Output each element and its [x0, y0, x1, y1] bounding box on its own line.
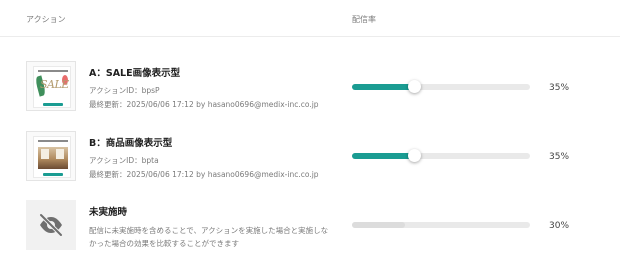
no-action-thumbnail	[26, 200, 76, 250]
last-updated: 最終更新：2025/06/06 17:12 by hasano0696@medi…	[89, 100, 319, 109]
rate-percent: 35%	[549, 83, 570, 93]
rate-bar	[352, 222, 530, 228]
last-updated: 最終更新：2025/06/06 17:12 by hasano0696@medi…	[89, 170, 319, 179]
action-id: アクションID：bpsP	[89, 86, 160, 95]
action-name: B：商品画像表示型	[89, 138, 173, 149]
rate-percent: 30%	[549, 221, 570, 231]
action-name: 未実施時	[89, 207, 128, 218]
column-header-rate: 配信率	[352, 15, 376, 24]
action-row-b[interactable]: B：商品画像表示型 アクションID：bpta 最終更新：2025/06/06 1…	[0, 131, 620, 197]
rate-slider-fill	[352, 153, 415, 159]
sale-banner-thumbnail: SALE	[26, 61, 76, 111]
eye-off-icon	[39, 213, 63, 237]
rate-slider-handle[interactable]	[408, 149, 422, 162]
action-id: アクションID：bpta	[89, 156, 159, 165]
table-header: アクション 配信率	[0, 0, 620, 37]
column-header-action: アクション	[26, 15, 66, 24]
rate-percent: 35%	[549, 152, 570, 162]
no-action-description: 配信に未実施時を含めることで、アクションを実施した場合と実施しなかった場合の効果…	[89, 226, 329, 248]
no-action-row[interactable]: 未実施時 配信に未実施時を含めることで、アクションを実施した場合と実施しなかった…	[0, 200, 620, 266]
action-row-a[interactable]: SALE A：SALE画像表示型 アクションID：bpsP 最終更新：2025/…	[0, 61, 620, 127]
rate-slider[interactable]	[352, 149, 530, 162]
product-image-thumbnail	[26, 131, 76, 181]
rate-slider[interactable]	[352, 80, 530, 93]
action-name: A：SALE画像表示型	[89, 68, 181, 79]
rate-slider-handle[interactable]	[408, 80, 422, 93]
rate-slider-fill	[352, 84, 415, 90]
rate-bar-fill	[352, 222, 406, 228]
